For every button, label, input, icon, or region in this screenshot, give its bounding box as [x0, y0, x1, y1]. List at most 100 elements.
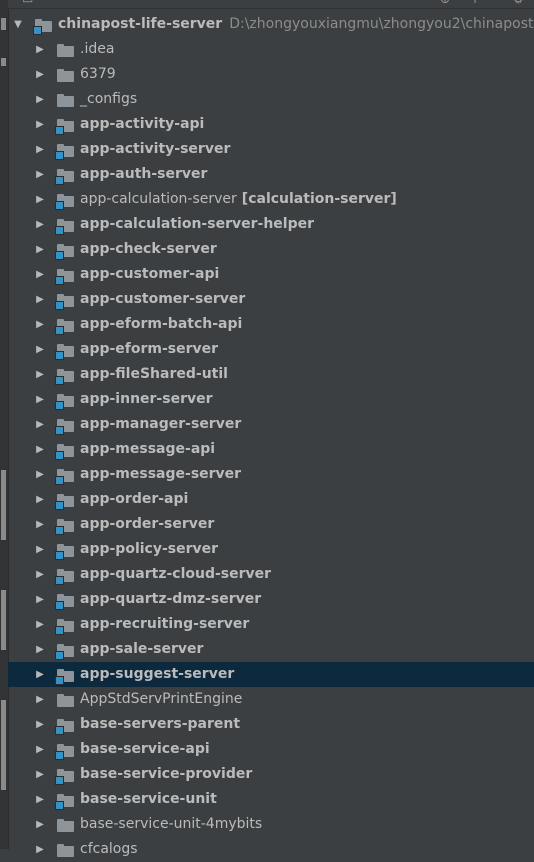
tree-row[interactable]: ▶ app-eform-batch-api [8, 312, 534, 337]
tree-item-label: .idea [80, 37, 114, 62]
tree-row[interactable]: ▶ 6379 [8, 62, 534, 87]
tree-row[interactable]: ▶ app-quartz-dmz-server [8, 587, 534, 612]
triangle-right-icon[interactable]: ▶ [33, 437, 47, 462]
triangle-right-icon[interactable]: ▶ [33, 837, 47, 862]
triangle-right-icon[interactable]: ▶ [33, 487, 47, 512]
tree-row[interactable]: ▶ .idea [8, 37, 534, 62]
triangle-right-icon[interactable]: ▶ [33, 512, 47, 537]
module-folder-icon [55, 794, 74, 810]
folder-icon [57, 844, 74, 857]
tree-item-name: app-message-api [80, 441, 216, 457]
triangle-right-icon[interactable]: ▶ [33, 762, 47, 787]
tree-row[interactable]: ▶ base-service-unit [8, 787, 534, 812]
tree-row[interactable]: ▶ app-calculation-server-helper [8, 212, 534, 237]
triangle-down-icon[interactable]: ▼ [11, 12, 25, 37]
project-view-icon[interactable]: ▭ [22, 0, 33, 6]
triangle-right-icon[interactable]: ▶ [33, 237, 47, 262]
tree-row[interactable]: ▶ base-service-api [8, 737, 534, 762]
tree-row[interactable]: ▶ app-order-api [8, 487, 534, 512]
module-folder-icon [55, 394, 74, 410]
triangle-right-icon[interactable]: ▶ [33, 637, 47, 662]
tree-item-label: app-customer-api [80, 262, 219, 287]
tree-row[interactable]: ▶ app-check-server [8, 237, 534, 262]
tree-item-name: app-recruiting-server [80, 616, 250, 632]
tree-row[interactable]: ▶ app-fileShared-util [8, 362, 534, 387]
tree-row[interactable]: ▶ AppStdServPrintEngine [8, 687, 534, 712]
triangle-right-icon[interactable]: ▶ [33, 737, 47, 762]
tree-row[interactable]: ▶ app-policy-server [8, 537, 534, 562]
tree-row[interactable]: ▶ base-servers-parent [8, 712, 534, 737]
strip-tab-mark[interactable] [1, 58, 6, 66]
triangle-right-icon[interactable]: ▶ [33, 187, 47, 212]
tree-row[interactable]: ▶ cfcalogs [8, 837, 534, 862]
tree-row[interactable]: ▶ app-activity-api [8, 112, 534, 137]
module-folder-icon [55, 719, 74, 735]
module-folder-icon [55, 669, 74, 685]
triangle-right-icon[interactable]: ▶ [33, 137, 47, 162]
tree-row[interactable]: ▶ app-auth-server [8, 162, 534, 187]
triangle-right-icon[interactable]: ▶ [33, 37, 47, 62]
strip-tab-mark[interactable] [1, 700, 6, 790]
tree-row[interactable]: ▶ app-inner-server [8, 387, 534, 412]
triangle-right-icon[interactable]: ▶ [33, 462, 47, 487]
triangle-right-icon[interactable]: ▶ [33, 537, 47, 562]
module-folder-icon [55, 194, 74, 210]
target-icon[interactable]: ⊕ [440, 0, 450, 6]
strip-tab-mark[interactable] [1, 18, 6, 30]
tree-row[interactable]: ▶ base-service-provider [8, 762, 534, 787]
settings-icon[interactable]: ⚙ [513, 0, 524, 6]
triangle-right-icon[interactable]: ▶ [33, 787, 47, 812]
triangle-right-icon[interactable]: ▶ [33, 812, 47, 837]
triangle-right-icon[interactable]: ▶ [33, 87, 47, 112]
tree-row[interactable]: ▶ app-order-server [8, 512, 534, 537]
tree-row[interactable]: ▶ app-recruiting-server [8, 612, 534, 637]
tree-row[interactable]: ▶ app-message-api [8, 437, 534, 462]
triangle-right-icon[interactable]: ▶ [33, 412, 47, 437]
triangle-right-icon[interactable]: ▶ [33, 312, 47, 337]
triangle-right-icon[interactable]: ▶ [33, 387, 47, 412]
module-folder-icon [55, 169, 74, 185]
tree-row[interactable]: ▶ _configs [8, 87, 534, 112]
module-tag: [calculation-server] [241, 191, 397, 207]
triangle-right-icon[interactable]: ▶ [33, 712, 47, 737]
tree-row[interactable]: ▶ app-quartz-cloud-server [8, 562, 534, 587]
strip-tab-mark[interactable] [1, 470, 6, 540]
triangle-right-icon[interactable]: ▶ [33, 337, 47, 362]
tree-row[interactable]: ▶ base-service-unit-4mybits [8, 812, 534, 837]
tree-item-name: 6379 [80, 66, 116, 82]
triangle-right-icon[interactable]: ▶ [33, 112, 47, 137]
triangle-right-icon[interactable]: ▶ [33, 62, 47, 87]
triangle-right-icon[interactable]: ▶ [33, 162, 47, 187]
triangle-right-icon[interactable]: ▶ [33, 662, 47, 687]
tree-row[interactable]: ▶ app-sale-server [8, 637, 534, 662]
triangle-right-icon[interactable]: ▶ [33, 287, 47, 312]
triangle-right-icon[interactable]: ▶ [33, 687, 47, 712]
tree-item-name: app-activity-server [80, 141, 231, 157]
module-folder-icon [55, 319, 74, 335]
tree-item-label: app-activity-api [80, 112, 204, 137]
tree-row[interactable]: ▶ app-customer-api [8, 262, 534, 287]
module-folder-icon [55, 269, 74, 285]
module-folder-icon [55, 244, 74, 260]
tree-row[interactable]: ▶ app-manager-server [8, 412, 534, 437]
tree-row[interactable]: ▶ app-activity-server [8, 137, 534, 162]
collapse-icon[interactable]: ↑ [470, 0, 480, 6]
triangle-right-icon[interactable]: ▶ [33, 362, 47, 387]
triangle-right-icon[interactable]: ▶ [33, 612, 47, 637]
tree-row[interactable]: ▶ app-calculation-server [calculation-serv… [8, 187, 534, 212]
tree-row[interactable]: ▶ app-message-server [8, 462, 534, 487]
tree-root-row[interactable]: ▼ chinapost-life-server D:\zhongyouxiangm… [8, 12, 534, 37]
module-folder-icon [55, 619, 74, 635]
triangle-right-icon[interactable]: ▶ [33, 562, 47, 587]
tree-row[interactable]: ▶ app-customer-server [8, 287, 534, 312]
project-toolbar: ▭ ⊕ ↑ ⚙ [8, 0, 534, 9]
triangle-right-icon[interactable]: ▶ [33, 212, 47, 237]
triangle-right-icon[interactable]: ▶ [33, 587, 47, 612]
tree-item-name: app-policy-server [80, 541, 219, 557]
triangle-right-icon[interactable]: ▶ [33, 262, 47, 287]
strip-tab-mark[interactable] [1, 590, 6, 650]
tree-item-name: _configs [80, 91, 138, 107]
tree-row[interactable]: ▶ app-eform-server [8, 337, 534, 362]
tree-item-label: app-check-server [80, 237, 217, 262]
tree-row[interactable]: ▶ app-suggest-server [8, 662, 534, 687]
